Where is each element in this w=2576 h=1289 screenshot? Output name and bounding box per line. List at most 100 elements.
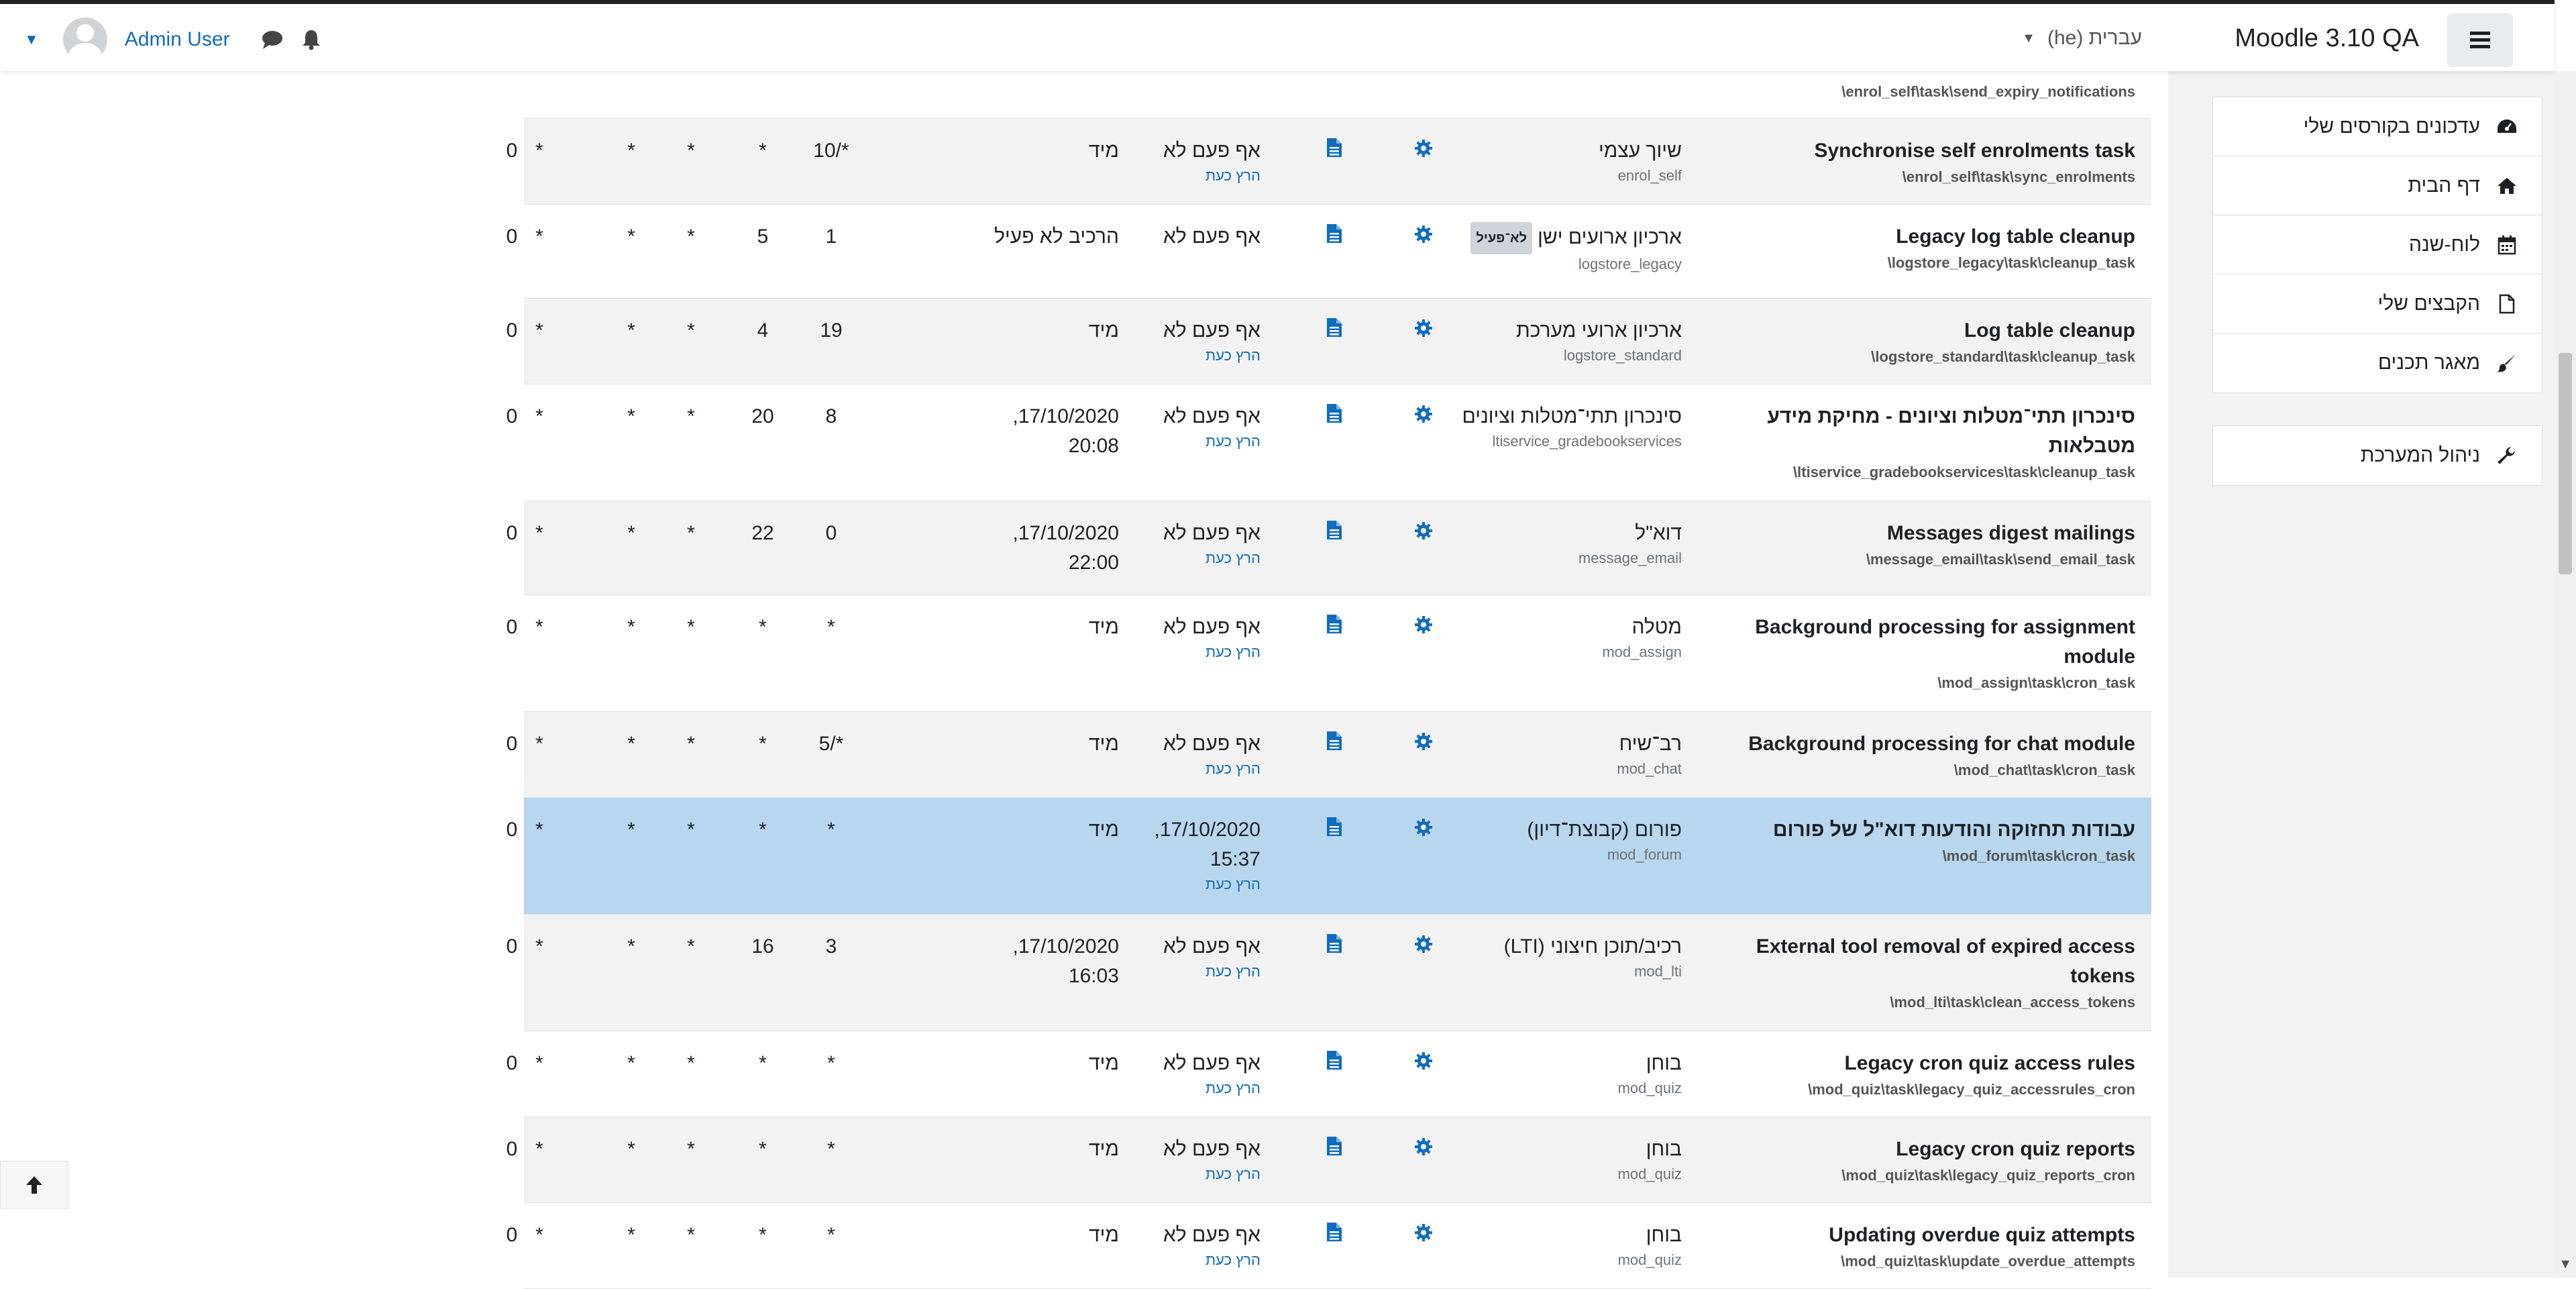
run-now-link[interactable]: הרץ כעת [1140, 1250, 1260, 1270]
edit-task-gear-icon[interactable] [1414, 521, 1433, 544]
home-icon [2496, 175, 2518, 197]
run-now-link[interactable]: הרץ כעת [1140, 166, 1260, 186]
nav-item-home[interactable]: דף הבית [2213, 156, 2542, 215]
run-now-link[interactable]: הרץ כעת [1140, 962, 1260, 982]
cron-day: * [687, 405, 695, 427]
arrow-up-icon [26, 1176, 42, 1194]
user-menu-caret-icon[interactable]: ▼ [24, 31, 39, 48]
task-name: Messages digest mailings [1886, 522, 2135, 544]
task-name: Updating overdue quiz attempts [1829, 1224, 2135, 1246]
task-classname: \logstore_legacy\task\cleanup_task [1887, 254, 2135, 271]
cron-minute: 8 [825, 405, 837, 427]
edit-task-gear-icon[interactable] [1414, 1051, 1433, 1074]
task-logs-file-icon[interactable] [1326, 403, 1342, 427]
task-name-cell: Updating overdue quiz attempts \mod_quiz\… [1733, 1221, 2135, 1273]
language-menu[interactable]: עברית (he) ▼ [2022, 27, 2142, 50]
scroll-down-arrow-icon[interactable]: ▼ [2559, 1257, 2572, 1272]
next-run: מיד [1088, 733, 1119, 755]
cron-minute: * [827, 819, 835, 841]
edit-task-gear-icon[interactable] [1414, 732, 1433, 754]
edit-task-gear-icon[interactable] [1414, 1223, 1433, 1245]
task-name: Legacy cron quiz access rules [1844, 1052, 2135, 1074]
edit-task-gear-icon[interactable] [1414, 818, 1433, 840]
task-logs-file-icon[interactable] [1326, 138, 1342, 161]
next-run: מיד [1088, 1224, 1119, 1246]
last-run-cell: 17/10/2020, 15:37 הרץ כעת [1140, 815, 1261, 894]
task-logs-file-icon[interactable] [1326, 933, 1342, 957]
component-name: רב־שיח [1619, 733, 1682, 755]
last-run: אף פעם לא [1163, 225, 1260, 248]
cron-hour: * [759, 1138, 767, 1160]
fail-delay: 0 [506, 140, 518, 162]
wrench-icon [2496, 445, 2518, 466]
table-row: Messages digest mailings \message_email\t… [506, 501, 2151, 595]
edit-task-gear-icon[interactable] [1414, 935, 1433, 957]
edit-task-gear-icon[interactable] [1414, 615, 1433, 637]
edit-task-gear-icon[interactable] [1414, 1137, 1433, 1159]
nav-item-site-administration[interactable]: ניהול המערכת [2213, 426, 2542, 485]
task-logs-file-icon[interactable] [1326, 1136, 1342, 1159]
cron-hour: * [759, 616, 767, 638]
last-run: אף פעם לא [1163, 1052, 1260, 1074]
scrollbar-thumb[interactable] [2559, 353, 2572, 574]
scheduled-tasks-table: \enrol_self\task\send_expiry_notificatio… [506, 71, 2151, 1289]
run-now-link[interactable]: הרץ כעת [1140, 548, 1260, 568]
task-logs-file-icon[interactable] [1326, 1222, 1342, 1245]
cron-hour: 4 [757, 319, 769, 342]
fail-delay: 0 [506, 819, 518, 841]
cron-month: * [627, 225, 635, 248]
run-now-link[interactable]: הרץ כעת [1140, 642, 1260, 662]
run-now-link[interactable]: הרץ כעת [1140, 1164, 1260, 1184]
page-scrollbar[interactable]: ▼ [2555, 71, 2576, 1278]
next-run: מיד [1088, 319, 1119, 342]
table-row: Legacy log table cleanup \logstore_legacy… [506, 205, 2151, 299]
table-row: External tool removal of expired access … [506, 915, 2151, 1031]
task-logs-file-icon[interactable] [1326, 1050, 1342, 1074]
run-now-link[interactable]: הרץ כעת [1140, 874, 1260, 894]
last-run-cell: אף פעם לא הרץ כעת [1140, 1135, 1260, 1184]
component-cell: רב־שיח mod_chat [1440, 729, 1682, 779]
nav-item-private-files[interactable]: הקבצים שלי [2213, 274, 2542, 333]
run-now-link[interactable]: הרץ כעת [1140, 759, 1260, 779]
edit-task-gear-icon[interactable] [1414, 319, 1433, 341]
cron-month: * [627, 733, 635, 755]
run-now-link[interactable]: הרץ כעת [1140, 1078, 1260, 1098]
nav-item-calendar[interactable]: לוח-שנה [2213, 215, 2542, 274]
nav-group-main: עדכונים בקורסים שלי דף הבית לוח-שנה הקבצ… [2212, 97, 2542, 393]
fail-delay: 0 [506, 319, 518, 342]
next-run: 17/10/2020, 20:08 [1012, 405, 1120, 457]
run-now-link[interactable]: הרץ כעת [1140, 346, 1260, 366]
table-row: Background processing for chat module \mo… [506, 712, 2151, 798]
nav-item-content-bank[interactable]: מאגר תכנים [2213, 333, 2542, 393]
task-logs-file-icon[interactable] [1326, 317, 1342, 341]
drawer-toggle-button[interactable] [2447, 13, 2513, 67]
task-logs-file-icon[interactable] [1326, 614, 1342, 637]
avatar[interactable] [62, 17, 107, 62]
task-logs-file-icon[interactable] [1326, 520, 1342, 544]
edit-task-gear-icon[interactable] [1414, 139, 1433, 161]
nav-item-dashboard[interactable]: עדכונים בקורסים שלי [2213, 97, 2542, 156]
cron-day: * [687, 319, 695, 342]
edit-task-gear-icon[interactable] [1414, 225, 1433, 247]
task-name-cell: Synchronise self enrolments task \enrol_s… [1733, 136, 2135, 189]
cron-month: * [627, 616, 635, 638]
last-run-cell: אף פעם לא הרץ כעת [1140, 1049, 1260, 1098]
component-slug: mod_assign [1602, 643, 1682, 660]
user-menu-name[interactable]: Admin User [125, 28, 230, 51]
cron-hour: * [759, 1224, 767, 1246]
task-logs-file-icon[interactable] [1326, 223, 1342, 247]
task-logs-file-icon[interactable] [1326, 817, 1342, 840]
edit-task-gear-icon[interactable] [1414, 405, 1433, 427]
cron-month: * [627, 522, 635, 544]
run-now-link[interactable]: הרץ כעת [1140, 431, 1260, 452]
task-name: External tool removal of expired access … [1756, 935, 2135, 987]
back-to-top-button[interactable] [0, 1161, 68, 1209]
site-name[interactable]: Moodle 3.10 QA [2235, 24, 2419, 53]
cron-minute: */10 [813, 140, 849, 162]
task-logs-file-icon[interactable] [1326, 731, 1342, 754]
cron-month: * [627, 319, 635, 342]
cron-hour: 16 [751, 935, 774, 958]
notifications-bell-icon[interactable] [301, 29, 321, 50]
last-run-cell: אף פעם לא [1140, 222, 1260, 252]
messages-icon[interactable] [261, 30, 284, 50]
